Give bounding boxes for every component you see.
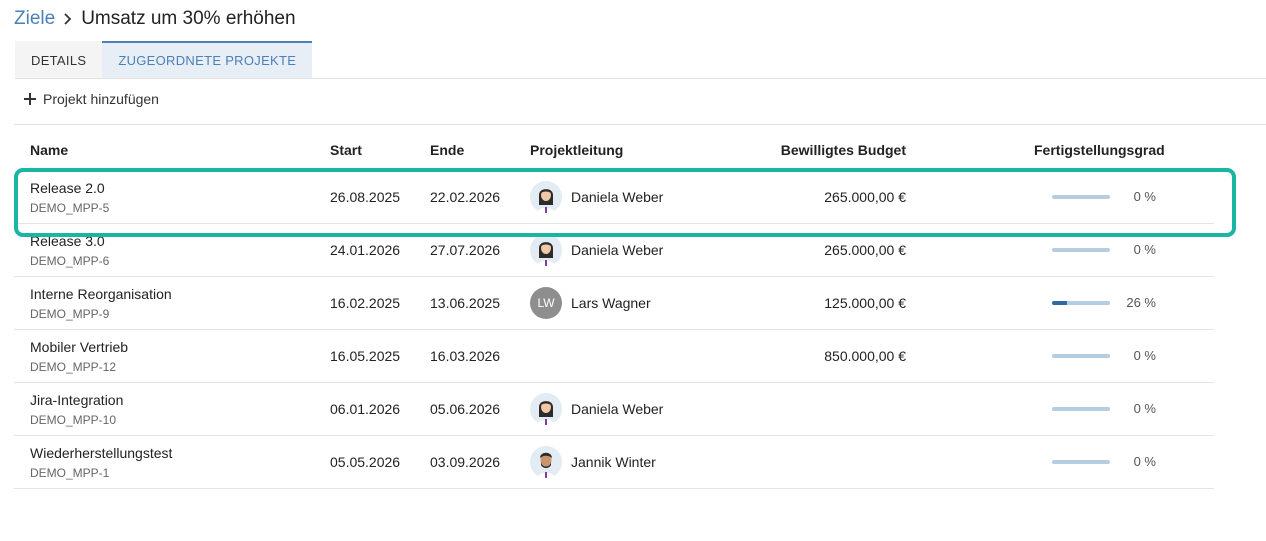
projects-table: Name Start Ende Projektleitung Bewilligt… <box>14 130 1214 489</box>
start-date: 05.05.2026 <box>330 454 401 470</box>
progress-percent: 26 % <box>1126 295 1156 310</box>
project-key: DEMO_MPP-5 <box>30 201 110 215</box>
project-lead: Daniela Weber <box>530 234 663 266</box>
project-key: DEMO_MPP-6 <box>30 254 110 268</box>
project-name[interactable]: Release 2.0 <box>30 180 105 196</box>
project-lead: Jannik Winter <box>530 446 656 478</box>
progress-bar-fill <box>1052 300 1068 305</box>
project-key: DEMO_MPP-9 <box>30 307 110 321</box>
lead-name: Daniela Weber <box>571 189 664 205</box>
end-date: 16.03.2026 <box>430 348 501 364</box>
tab-assigned-projects[interactable]: ZUGEORDNETE PROJEKTE <box>102 41 313 78</box>
table-row[interactable]: Jira-Integration DEMO_MPP-10 06.01.2026 … <box>14 383 1214 436</box>
progress-bar <box>1052 194 1110 199</box>
column-header-budget[interactable]: Bewilligtes Budget <box>781 142 906 158</box>
start-date: 26.08.2025 <box>330 189 401 205</box>
end-date: 03.09.2026 <box>430 454 501 470</box>
table-row[interactable]: Release 2.0 DEMO_MPP-5 26.08.2025 22.02.… <box>14 171 1214 224</box>
progress: 0 % <box>1052 454 1172 469</box>
budget: 265.000,00 € <box>824 189 906 205</box>
column-header-start[interactable]: Start <box>330 142 362 158</box>
lead-name: Jannik Winter <box>571 454 656 470</box>
project-name[interactable]: Mobiler Vertrieb <box>30 339 128 355</box>
project-lead: Daniela Weber <box>530 393 663 425</box>
project-key: DEMO_MPP-12 <box>30 360 117 374</box>
table-row[interactable]: Wiederherstellungstest DEMO_MPP-1 05.05.… <box>14 436 1214 489</box>
project-key: DEMO_MPP-10 <box>30 413 117 427</box>
progress-bar <box>1052 353 1110 358</box>
project-name[interactable]: Release 3.0 <box>30 233 105 249</box>
avatar-male-icon <box>530 446 562 478</box>
progress-percent: 0 % <box>1133 454 1156 469</box>
page-title: Umsatz um 30% erhöhen <box>81 8 296 29</box>
project-name[interactable]: Jira-Integration <box>30 392 123 408</box>
budget: 265.000,00 € <box>824 242 906 258</box>
table-row[interactable]: Mobiler Vertrieb DEMO_MPP-12 16.05.2025 … <box>14 330 1214 383</box>
avatar-female-icon <box>530 234 562 266</box>
progress-bar <box>1052 247 1110 252</box>
add-project-label: Projekt hinzufügen <box>43 91 159 107</box>
chevron-right-icon <box>63 12 73 26</box>
project-lead: LW Lars Wagner <box>530 287 651 319</box>
table-row[interactable]: Release 3.0 DEMO_MPP-6 24.01.2026 27.07.… <box>14 224 1214 277</box>
progress: 0 % <box>1052 348 1172 363</box>
progress: 0 % <box>1052 401 1172 416</box>
avatar-female-icon <box>530 181 562 213</box>
breadcrumb: Ziele Umsatz um 30% erhöhen <box>14 8 296 30</box>
plus-icon <box>24 93 36 105</box>
progress-percent: 0 % <box>1133 242 1156 257</box>
add-project-button[interactable]: Projekt hinzufügen <box>24 91 159 107</box>
tab-details[interactable]: DETAILS <box>15 41 103 78</box>
project-key: DEMO_MPP-1 <box>30 466 110 480</box>
tab-bar: DETAILS ZUGEORDNETE PROJEKTE <box>15 41 313 78</box>
start-date: 16.02.2025 <box>330 295 401 311</box>
end-date: 22.02.2026 <box>430 189 501 205</box>
end-date: 13.06.2025 <box>430 295 501 311</box>
progress: 0 % <box>1052 189 1172 204</box>
column-header-lead[interactable]: Projektleitung <box>530 142 623 158</box>
lead-name: Lars Wagner <box>571 295 651 311</box>
lead-name: Daniela Weber <box>571 401 664 417</box>
progress-percent: 0 % <box>1133 348 1156 363</box>
table-header: Name Start Ende Projektleitung Bewilligt… <box>14 130 1214 170</box>
progress-percent: 0 % <box>1133 189 1156 204</box>
project-lead: Daniela Weber <box>530 181 663 213</box>
start-date: 24.01.2026 <box>330 242 401 258</box>
progress-bar <box>1052 459 1110 464</box>
end-date: 05.06.2026 <box>430 401 501 417</box>
progress-percent: 0 % <box>1133 401 1156 416</box>
budget: 850.000,00 € <box>824 348 906 364</box>
avatar-initials: LW <box>530 287 562 319</box>
tabs-divider <box>15 78 1266 79</box>
start-date: 06.01.2026 <box>330 401 401 417</box>
progress: 0 % <box>1052 242 1172 257</box>
budget: 125.000,00 € <box>824 295 906 311</box>
table-row[interactable]: Interne Reorganisation DEMO_MPP-9 16.02.… <box>14 277 1214 330</box>
column-header-progress[interactable]: Fertigstellungsgrad <box>1034 142 1165 158</box>
column-header-name[interactable]: Name <box>30 142 68 158</box>
lead-name: Daniela Weber <box>571 242 664 258</box>
progress-bar <box>1052 406 1110 411</box>
project-name[interactable]: Interne Reorganisation <box>30 286 172 302</box>
start-date: 16.05.2025 <box>330 348 401 364</box>
end-date: 27.07.2026 <box>430 242 501 258</box>
breadcrumb-link-goals[interactable]: Ziele <box>14 8 55 30</box>
column-header-end[interactable]: Ende <box>430 142 464 158</box>
progress: 26 % <box>1052 295 1172 310</box>
toolbar-divider <box>14 124 1266 125</box>
project-name[interactable]: Wiederherstellungstest <box>30 445 172 461</box>
avatar-female-icon <box>530 393 562 425</box>
progress-bar <box>1052 300 1110 305</box>
